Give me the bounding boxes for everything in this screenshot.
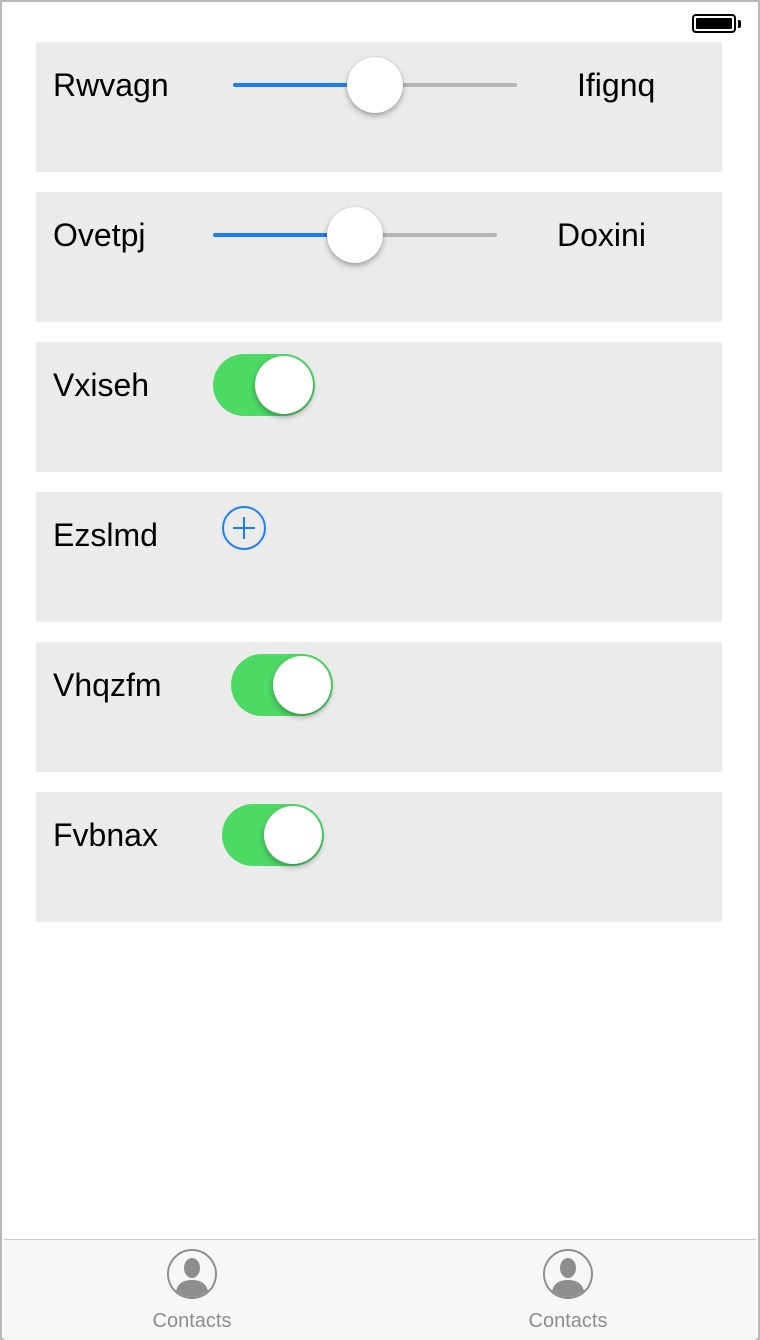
toggle-switch[interactable] [231, 654, 333, 716]
tab-contacts-2[interactable]: Contacts [380, 1240, 756, 1340]
row-label: Rwvagn [53, 67, 169, 103]
plus-circle-icon[interactable] [222, 506, 266, 550]
settings-row-slider-1: Rwvagn Ifignq [36, 42, 722, 172]
toggle-knob [264, 806, 322, 864]
settings-row-toggle-1: Vxiseh [36, 342, 722, 472]
tab-bar: Contacts Contacts [4, 1239, 756, 1340]
settings-row-toggle-2: Vhqzfm [36, 642, 722, 772]
row-label: Ovetpj [53, 217, 146, 253]
tab-label: Contacts [528, 1310, 608, 1332]
slider-max-label: Ifignq [577, 67, 656, 103]
settings-row-add: Ezslmd [36, 492, 722, 622]
slider-max-label: Doxini [557, 217, 646, 253]
row-label: Vxiseh [53, 367, 150, 403]
settings-row-slider-2: Ovetpj Doxini [36, 192, 722, 322]
row-label: Vhqzfm [53, 667, 162, 703]
slider-thumb[interactable] [327, 207, 383, 263]
contacts-icon [543, 1249, 593, 1299]
tab-label: Contacts [152, 1310, 232, 1332]
slider-thumb[interactable] [347, 57, 403, 113]
contacts-icon [167, 1249, 217, 1299]
toggle-switch[interactable] [213, 354, 315, 416]
tab-contacts-1[interactable]: Contacts [4, 1240, 380, 1340]
row-label: Fvbnax [53, 817, 158, 853]
battery-tip [738, 20, 741, 28]
settings-row-toggle-3: Fvbnax [36, 792, 722, 922]
row-label: Ezslmd [53, 517, 158, 553]
app-screen: Rwvagn Ifignq Ovetpj Doxini Vxiseh Ezslm… [0, 0, 760, 1340]
battery-icon [692, 14, 736, 33]
toggle-knob [255, 356, 313, 414]
toggle-knob [273, 656, 331, 714]
toggle-switch[interactable] [222, 804, 324, 866]
